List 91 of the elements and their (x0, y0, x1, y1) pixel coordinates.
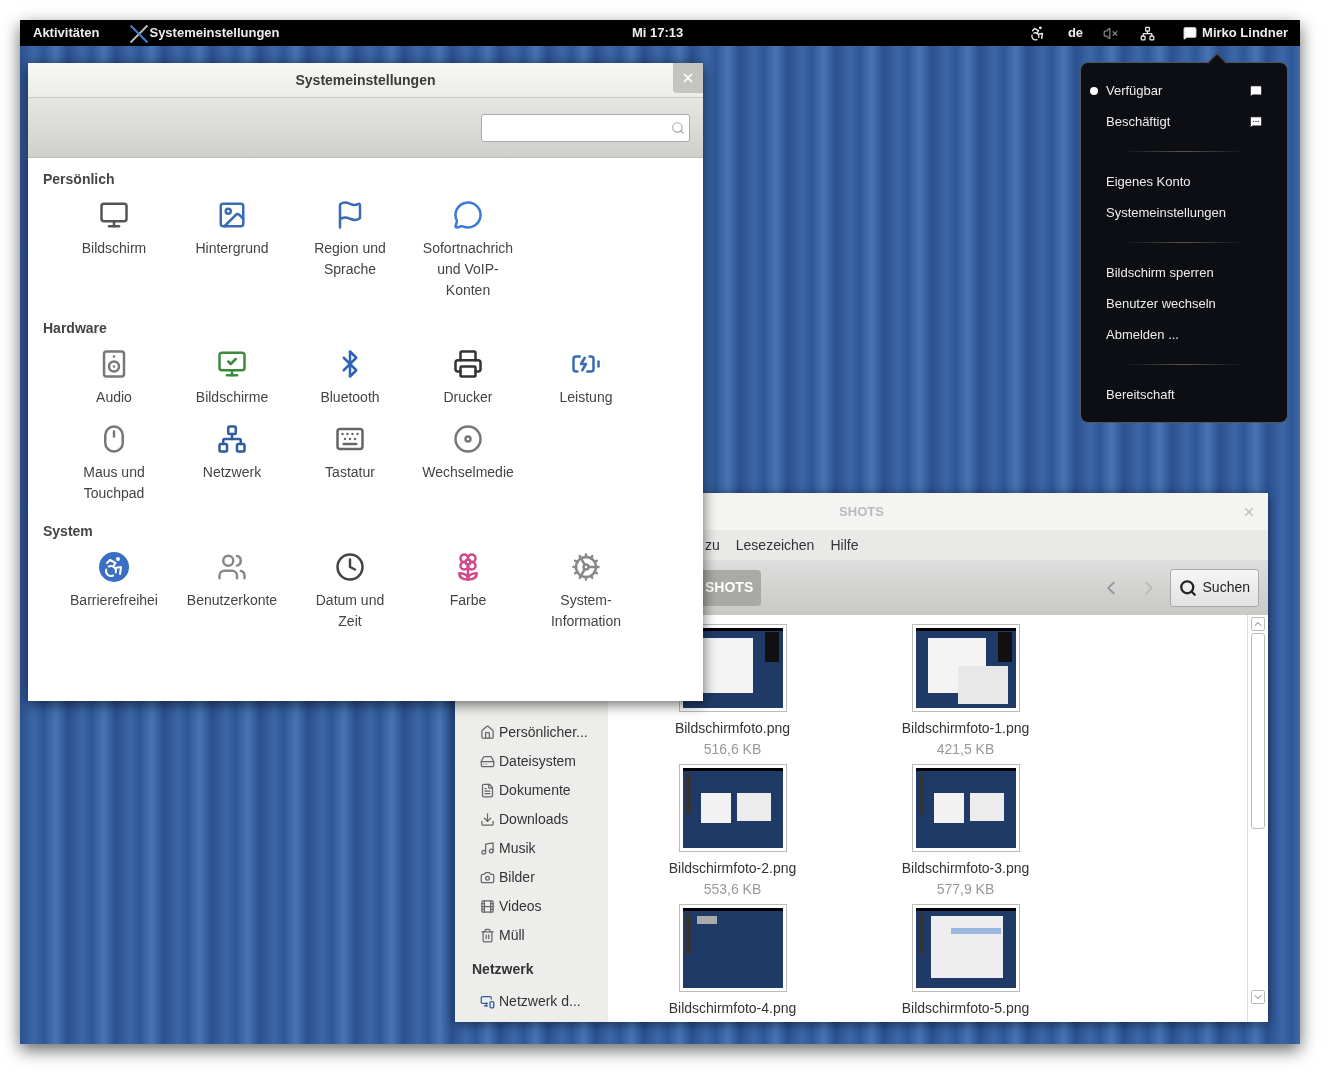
file-name[interactable]: Bildschirmfoto-4.png (668, 998, 797, 1018)
sidebar-item[interactable]: Dateisystem (455, 747, 608, 776)
menu-item[interactable]: Beschäftigt (1081, 106, 1287, 137)
disc-icon[interactable] (453, 424, 483, 454)
gear-icon[interactable] (571, 552, 601, 582)
menu-item[interactable]: Eigenes Konto (1081, 166, 1287, 197)
settings-item-label[interactable]: Hintergrund (195, 238, 269, 259)
search-field[interactable] (481, 113, 690, 142)
settings-item-label[interactable]: Audio (96, 387, 132, 408)
settings-item-label[interactable]: Region und Sprache (314, 238, 386, 280)
file-name[interactable]: Bildschirmfoto-5.png (901, 998, 1030, 1018)
screenshot-thumbnail[interactable] (912, 765, 1019, 851)
sidebar-item[interactable]: Netzwerk d... (455, 983, 608, 1019)
settings-item-label[interactable]: Wechselmedie (422, 462, 514, 483)
file-name[interactable]: Bildschirmfoto.png (674, 718, 791, 738)
settings-item-label[interactable]: Tastatur (325, 462, 375, 483)
accessibility-icon[interactable] (1028, 24, 1046, 42)
settings-item-label[interactable]: Leistung (559, 387, 613, 408)
file-name[interactable]: Bildschirmfoto-3.png (901, 858, 1030, 878)
settings-item-label[interactable]: Netzwerk (202, 462, 262, 483)
menu-item[interactable]: Verfügbar (1081, 75, 1287, 106)
settings-item-label[interactable]: Datum und Zeit (315, 590, 385, 632)
screenshot-thumbnail[interactable] (912, 625, 1019, 711)
section-heading: System (42, 522, 94, 540)
users-icon[interactable] (217, 552, 247, 582)
settings-item-label[interactable]: Barrierefreihei (70, 590, 158, 611)
sidebar-item[interactable]: Dokumente (455, 776, 608, 805)
settings-item-label[interactable]: Bluetooth (320, 387, 380, 408)
chat-busy-icon (1249, 114, 1263, 129)
menu-item[interactable]: Systemeinstellungen (1081, 197, 1287, 228)
monitor-icon[interactable] (217, 349, 247, 379)
sidebar-heading: Netzwerk (471, 960, 535, 979)
app-menu-button[interactable]: Systemeinstellungen (149, 23, 280, 43)
menu-item[interactable]: Hilfe (830, 534, 859, 556)
file-size: 421,5 KB (936, 740, 995, 759)
settings-item-label[interactable]: System- Information (550, 590, 621, 632)
settings-item-label[interactable]: Farbe (449, 590, 487, 611)
file-name[interactable]: Bildschirmfoto-1.png (901, 718, 1030, 738)
home-icon (480, 725, 495, 740)
settings-item-label[interactable]: Sofortnachrich und VoIP- Konten (422, 238, 514, 301)
file-name[interactable]: Bildschirmfoto-2.png (668, 858, 797, 878)
screenshot-thumbnail[interactable] (679, 765, 786, 851)
monitor-icon[interactable] (99, 200, 129, 230)
sidebar-item[interactable]: Videos (455, 892, 608, 921)
close-icon (681, 71, 695, 85)
menu-item[interactable]: Abmelden ... (1081, 319, 1287, 350)
section-heading: Hardware (42, 319, 108, 337)
file-size: 553,6 KB (703, 880, 762, 899)
download-icon (480, 812, 495, 827)
activities-button[interactable]: Aktivitäten (33, 23, 100, 43)
chat-icon (1183, 26, 1198, 40)
settings-item-label[interactable]: Drucker (443, 387, 493, 408)
speech-bubble-icon[interactable] (453, 200, 483, 230)
camera-icon (480, 870, 495, 885)
file-size: 577,9 KB (936, 880, 995, 899)
settings-item-label[interactable]: Benutzerkonte (186, 590, 278, 611)
document-icon (480, 783, 495, 798)
sidebar-item[interactable]: Downloads (455, 805, 608, 834)
keyboard-layout-indicator[interactable]: de (1067, 23, 1084, 43)
section-heading: Persönlich (42, 170, 116, 188)
chat-icon (1249, 83, 1263, 98)
picture-frame-icon[interactable] (217, 200, 247, 230)
sidebar-item[interactable]: Bilder (455, 863, 608, 892)
settings-item-label[interactable]: Bildschirme (195, 387, 269, 408)
menu-item[interactable]: zu (705, 534, 720, 556)
sidebar-item[interactable]: Persönlicher... (455, 718, 608, 747)
sidebar-item[interactable]: Müll (455, 921, 608, 950)
search-icon (1178, 578, 1197, 597)
music-icon (480, 841, 495, 856)
clock[interactable]: Mi 17:13 (632, 23, 684, 43)
drive-icon (480, 754, 495, 769)
menu-item[interactable]: Bereitschaft (1081, 379, 1287, 410)
file-size: 516,6 KB (703, 740, 762, 759)
settings-item-label[interactable]: Bildschirm (81, 238, 147, 259)
user-menu-button[interactable]: Mirko Lindner (1183, 23, 1288, 43)
screenshot-thumbnail[interactable] (912, 905, 1019, 991)
volume-muted-icon[interactable] (1103, 25, 1119, 41)
printer-icon[interactable] (453, 349, 483, 379)
search-button[interactable]: Suchen (1169, 568, 1259, 607)
menu-item[interactable]: Bildschirm sperren (1081, 257, 1287, 288)
film-icon (480, 899, 495, 914)
sidebar-item[interactable]: Musik (455, 834, 608, 863)
clock-icon[interactable] (335, 552, 365, 582)
window-title: SHOTS (839, 502, 884, 521)
search-icon (671, 120, 685, 135)
settings-item-label[interactable]: Maus und Touchpad (83, 462, 145, 504)
trash-icon (480, 928, 495, 943)
menu-item[interactable]: Benutzer wechseln (1081, 288, 1287, 319)
screenshot-thumbnail[interactable] (679, 905, 786, 991)
window-title: Systemeinstellungen (295, 70, 436, 90)
menu-item[interactable]: Lesezeichen (735, 534, 815, 556)
